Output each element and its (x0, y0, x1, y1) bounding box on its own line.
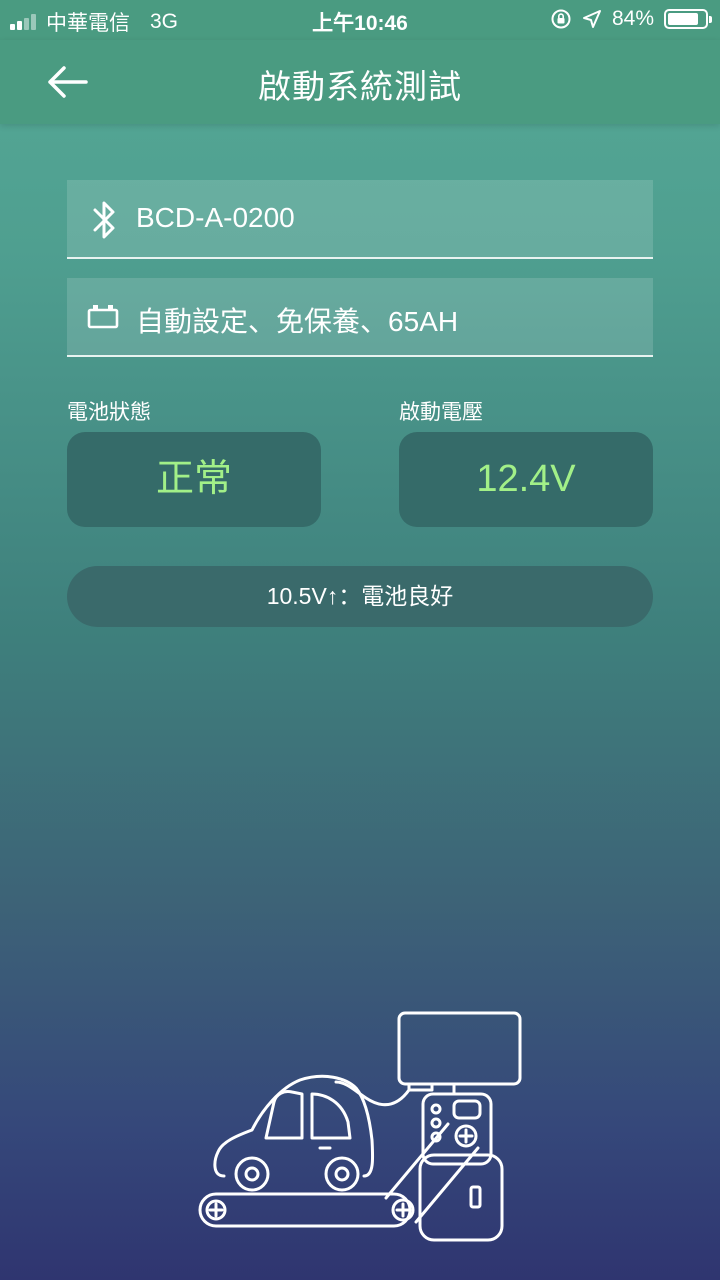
start-voltage-value: 12.4V (476, 458, 576, 500)
device-field[interactable]: BCD-A-0200 (67, 180, 653, 259)
status-bar: 中華電信 3G 上午10:46 84% (0, 0, 720, 40)
navigation-bar: 啟動系統測試 (0, 40, 720, 124)
device-id: BCD-A-0200 (136, 202, 295, 233)
bluetooth-icon (93, 201, 115, 239)
battery-status-value: 正常 (155, 458, 232, 500)
battery-type-value: 自動設定、免保養、65AH (136, 306, 459, 337)
start-voltage-label: 啟動電壓 (399, 401, 483, 424)
battery-status-card: 正常 (67, 432, 321, 527)
battery-status-label: 電池狀態 (67, 401, 151, 424)
battery-level-fill (668, 13, 698, 25)
status-right: 84% (550, 7, 712, 31)
page-title: 啟動系統測試 (258, 68, 462, 105)
battery-icon (664, 9, 712, 29)
start-voltage-card: 12.4V (399, 432, 653, 527)
battery-percent: 84% (611, 7, 654, 30)
car-battery-tester-illustration (198, 1011, 522, 1242)
battery-type-field[interactable]: 自動設定、免保養、65AH (67, 278, 653, 357)
battery-type-icon (87, 305, 119, 329)
voltage-hint: 10.5V↑：電池良好 (67, 566, 653, 627)
location-arrow-icon (582, 10, 601, 28)
orientation-lock-icon (551, 9, 571, 29)
